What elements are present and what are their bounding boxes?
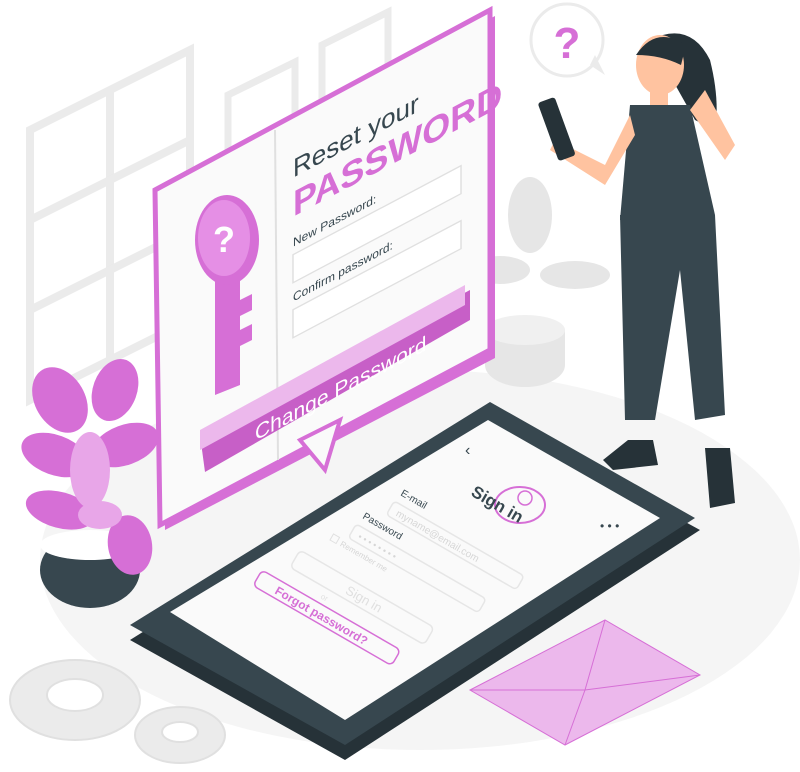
key-question-mark: ?	[213, 219, 235, 260]
question-mark-icon: ?	[554, 19, 581, 68]
more-options-icon[interactable]: • • •	[600, 519, 619, 533]
thought-bubble: ?	[529, 2, 605, 78]
back-icon[interactable]: ‹	[465, 442, 470, 459]
handheld-phone	[538, 97, 575, 161]
password-reset-illustration: ? Reset your PASSWORD New Password: Conf…	[9, 2, 800, 764]
